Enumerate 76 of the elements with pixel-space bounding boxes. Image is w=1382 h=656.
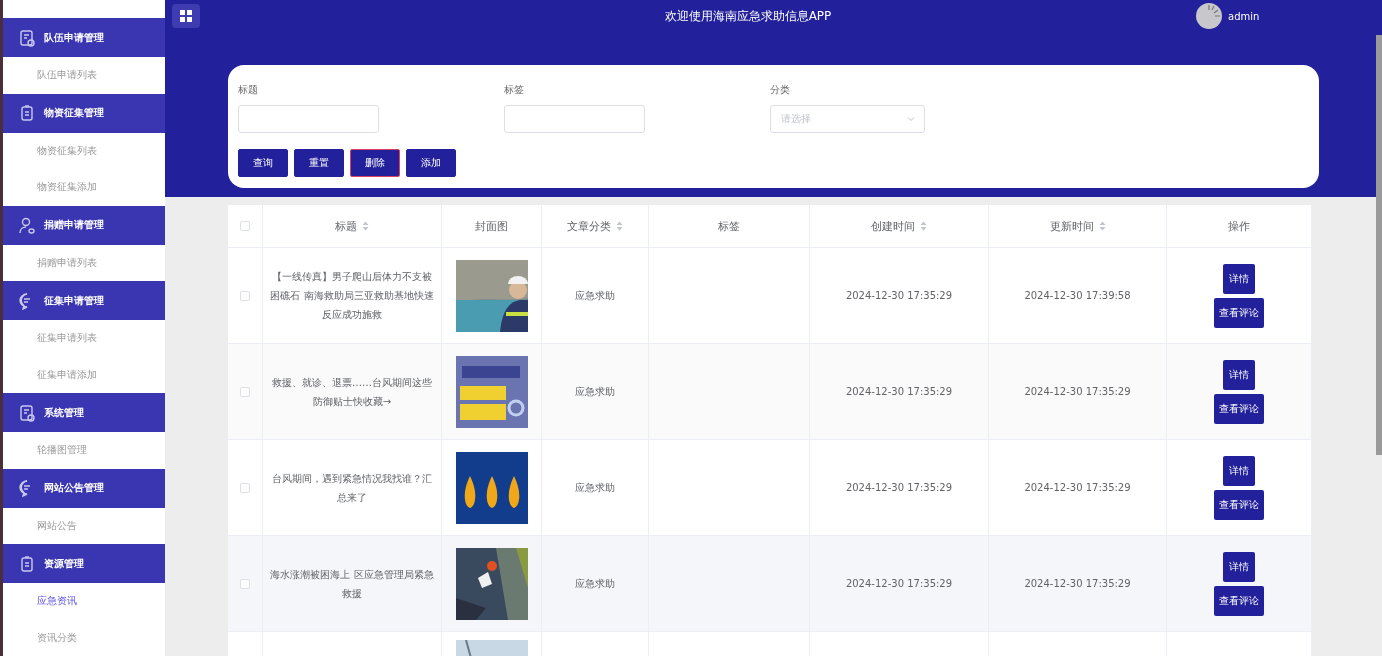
scrollbar[interactable]: [1376, 35, 1382, 455]
sidebar-group-label: 物资征集管理: [44, 106, 104, 120]
form-icon: [18, 403, 36, 422]
user-icon: [18, 216, 36, 234]
comments-button[interactable]: 查看评论: [1214, 489, 1264, 520]
checkbox[interactable]: [240, 578, 250, 589]
field-label: 标签: [504, 83, 525, 97]
clipboard-icon: [18, 104, 36, 122]
sidebar-group-label: 系统管理: [44, 405, 84, 420]
detail-button[interactable]: 详情: [1223, 551, 1255, 582]
field-label: 标题: [238, 83, 259, 97]
sort-icon[interactable]: [1098, 221, 1106, 231]
column-header: 创建时间: [871, 218, 915, 234]
clipboard-icon: [18, 554, 36, 573]
avatar[interactable]: [1196, 3, 1222, 29]
article-title: 【一线传真】男子爬山后体力不支被困礁石 南海救助局三亚救助基地快速反应成功施救: [269, 270, 435, 322]
detail-button[interactable]: 详情: [1223, 263, 1255, 294]
comments-button[interactable]: 查看评论: [1214, 585, 1264, 616]
article-title: 救援、就诊、退票……台风期间这些防御贴士快收藏→: [271, 375, 433, 409]
sidebar-group[interactable]: 队伍申请管理: [3, 18, 165, 57]
checkbox[interactable]: [240, 290, 250, 301]
sidebar-group-label: 网站公告管理: [44, 481, 104, 495]
caret-icon: [906, 114, 916, 124]
column-header: 标题: [335, 218, 357, 234]
sidebar-item[interactable]: 应急资讯: [3, 583, 165, 620]
grid-icon: [180, 10, 192, 22]
detail-button[interactable]: 详情: [1223, 359, 1255, 390]
column-header: 更新时间: [1049, 218, 1094, 234]
sidebar-group-label: 资源管理: [44, 556, 84, 571]
sort-icon[interactable]: [920, 221, 927, 231]
column-header: 操作: [1228, 218, 1250, 234]
comments-button[interactable]: 查看评论: [1214, 393, 1264, 424]
action-button[interactable]: 重置: [294, 149, 344, 177]
sidebar-group[interactable]: 征集申请管理: [3, 281, 165, 320]
article-title: 台风期间，遇到紧急情况我找谁？汇总来了: [271, 471, 433, 505]
input-field[interactable]: [504, 105, 645, 133]
app-title: 欢迎使用海南应急求助信息APP: [663, 7, 833, 25]
created-time: 2024-12-30 17:35:29: [845, 482, 953, 493]
detail-button[interactable]: 详情: [1223, 455, 1255, 486]
category-text: 应急求助: [575, 480, 615, 495]
user-name: admin: [1228, 10, 1260, 22]
field-label: 分类: [770, 83, 791, 97]
sidebar-group[interactable]: 系统管理: [3, 393, 165, 432]
action-button[interactable]: 添加: [406, 149, 456, 177]
updated-time: 2024-12-30 17:35:29: [1024, 386, 1131, 397]
sidebar-group-label: 征集申请管理: [44, 293, 104, 308]
sidebar-group[interactable]: 资源管理: [3, 544, 165, 583]
comments-button[interactable]: 查看评论: [1214, 297, 1264, 328]
column-header: 文章分类: [567, 218, 611, 234]
input-field[interactable]: [238, 105, 379, 133]
category-text: 应急求助: [575, 288, 615, 303]
category-text: 应急求助: [575, 384, 615, 399]
article-title: 海水涨潮被困海上 区应急管理局紧急救援: [269, 567, 435, 601]
action-button[interactable]: 查询: [238, 149, 288, 177]
column-header: 标签: [718, 218, 740, 234]
sidebar-group-label: 捐赠申请管理: [44, 218, 104, 232]
checkbox[interactable]: [240, 221, 250, 231]
checkbox[interactable]: [240, 482, 250, 493]
created-time: 2024-12-30 17:35:29: [845, 578, 953, 589]
action-button[interactable]: 删除: [350, 149, 400, 177]
sidebar-group[interactable]: 物资征集管理: [3, 93, 165, 133]
sidebar-group[interactable]: 捐赠申请管理: [3, 205, 165, 245]
column-header: 封面图: [475, 218, 508, 234]
created-time: 2024-12-30 17:35:29: [845, 290, 953, 301]
updated-time: 2024-12-30 17:39:58: [1024, 290, 1131, 301]
sidebar-group-label: 队伍申请管理: [44, 30, 104, 45]
menu-button[interactable]: [172, 4, 200, 28]
checkbox[interactable]: [240, 386, 250, 397]
sidebar-group[interactable]: 网站公告管理: [3, 468, 165, 508]
sort-icon[interactable]: [362, 221, 369, 231]
category-text: 应急求助: [575, 576, 615, 591]
created-time: 2024-12-30 17:35:29: [845, 386, 953, 397]
updated-time: 2024-12-30 17:35:29: [1024, 578, 1131, 589]
sort-icon[interactable]: [616, 221, 623, 231]
form-icon: [18, 28, 36, 47]
updated-time: 2024-12-30 17:35:29: [1024, 482, 1131, 493]
